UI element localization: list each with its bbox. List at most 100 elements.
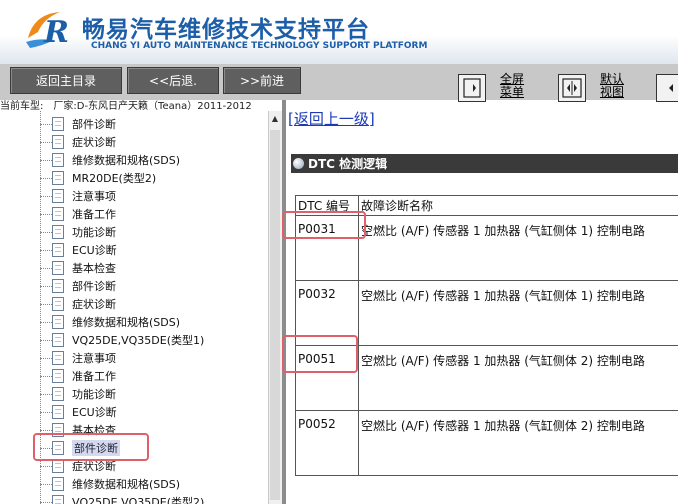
tree-item-label: ECU诊断	[72, 406, 117, 419]
fullscreen-label-line2: 菜单	[500, 85, 525, 99]
default-view-link[interactable]: 默认 视图	[600, 73, 624, 99]
tree-item[interactable]: 维修数据和规格(SDS)	[40, 313, 180, 331]
bullet-icon	[293, 158, 304, 169]
tree-scroll-thumb[interactable]	[270, 130, 280, 500]
tree-item[interactable]: 功能诊断	[40, 385, 116, 403]
tree-item-label: ECU诊断	[72, 244, 117, 257]
tree-item[interactable]: 部件诊断	[40, 115, 116, 133]
tree-item-label: 维修数据和规格(SDS)	[72, 316, 181, 329]
document-icon	[52, 459, 64, 473]
tree-item-label: MR20DE(类型2)	[72, 172, 157, 185]
tree-item[interactable]: 准备工作	[40, 367, 116, 385]
tree-item-label: 维修数据和规格(SDS)	[72, 478, 181, 491]
tree-item-label: 部件诊断	[72, 118, 116, 131]
tree-item[interactable]: 症状诊断	[40, 295, 116, 313]
platform-subtitle: CHANG YI AUTO MAINTENANCE TECHNOLOGY SUP…	[91, 41, 428, 51]
document-icon	[52, 333, 64, 347]
tree-item-label: 基本检查	[72, 262, 116, 275]
document-icon	[52, 171, 64, 185]
tree-item-label: 功能诊断	[72, 226, 116, 239]
svg-text:R: R	[43, 15, 69, 50]
tree-connector	[40, 195, 52, 197]
tree-connector	[40, 159, 52, 161]
back-button[interactable]: <<后退.	[127, 67, 219, 94]
section-header: DTC 检测逻辑	[291, 154, 678, 173]
tree-item[interactable]: 维修数据和规格(SDS)	[40, 475, 180, 493]
tree-connector	[40, 357, 52, 359]
tree-connector	[40, 141, 52, 143]
tree-item[interactable]: VQ25DE,VQ35DE(类型2)	[40, 493, 204, 504]
toolbar: 返回主目录 <<后退. >>前进 全屏 菜单 默认 视图	[0, 64, 678, 102]
tree-item-label: 症状诊断	[72, 136, 116, 149]
document-icon	[52, 261, 64, 275]
tree-connector	[40, 231, 52, 233]
logo-icon: R	[24, 8, 76, 52]
tree-connector	[40, 393, 52, 395]
platform-title: 畅易汽车维修技术支持平台	[82, 17, 370, 43]
tree-item[interactable]: MR20DE(类型2)	[40, 169, 156, 187]
tree-connector	[40, 465, 52, 467]
document-icon	[52, 405, 64, 419]
fault-name-cell[interactable]: 空燃比 (A/F) 传感器 1 加热器 (气缸侧体 1) 控制电路	[358, 215, 678, 281]
tree-item-label: 症状诊断	[72, 298, 116, 311]
tree-item[interactable]: 症状诊断	[40, 133, 116, 151]
tree-connector	[40, 123, 52, 125]
tree-item[interactable]: 注意事项	[40, 349, 116, 367]
default-view-label-line2: 视图	[600, 85, 625, 99]
fault-name-header: 故障诊断名称	[358, 195, 678, 216]
tree-item[interactable]: 功能诊断	[40, 223, 116, 241]
document-icon	[52, 315, 64, 329]
tree-item-label: VQ25DE,VQ35DE(类型1)	[72, 334, 205, 347]
fullscreen-icon[interactable]	[458, 74, 486, 102]
default-view-icon[interactable]	[558, 74, 586, 102]
tree-item-label: 部件诊断	[72, 280, 116, 293]
back-to-parent-link[interactable]: [返回上一级]	[288, 108, 375, 129]
scroll-up-icon[interactable]: ▲	[268, 111, 282, 125]
highlight-box-tree-selected	[33, 433, 149, 461]
tree-connector	[40, 177, 52, 179]
collapse-icon[interactable]	[656, 74, 678, 102]
tree-connector	[40, 267, 52, 269]
document-icon	[52, 189, 64, 203]
document-icon	[52, 369, 64, 383]
tree-item[interactable]: ECU诊断	[40, 241, 117, 259]
dtc-code-cell[interactable]: P0052	[295, 410, 359, 476]
fault-name-cell[interactable]: 空燃比 (A/F) 传感器 1 加热器 (气缸侧体 1) 控制电路	[358, 280, 678, 346]
tree-item-label: 准备工作	[72, 370, 116, 383]
document-icon	[52, 225, 64, 239]
forward-button[interactable]: >>前进	[223, 67, 301, 94]
tree-item[interactable]: 准备工作	[40, 205, 116, 223]
fault-name-cell[interactable]: 空燃比 (A/F) 传感器 1 加热器 (气缸侧体 2) 控制电路	[358, 345, 678, 411]
tree-item-label: 维修数据和规格(SDS)	[72, 154, 181, 167]
tree-connector	[40, 429, 52, 431]
tree-item-label: 注意事项	[72, 190, 116, 203]
document-icon	[52, 387, 64, 401]
tree-item[interactable]: 部件诊断	[40, 277, 116, 295]
app-window: { "header": { "title_cn": "畅易汽车维修技术支持平台"…	[0, 0, 678, 504]
tree-connector	[40, 303, 52, 305]
document-icon	[52, 495, 64, 504]
tree-item[interactable]: ECU诊断	[40, 403, 117, 421]
tree-item[interactable]: 基本检查	[40, 259, 116, 277]
pane-splitter[interactable]	[282, 100, 286, 504]
tree-connector	[40, 213, 52, 215]
tree-item[interactable]: 维修数据和规格(SDS)	[40, 151, 180, 169]
fault-name-cell[interactable]: 空燃比 (A/F) 传感器 1 加热器 (气缸侧体 2) 控制电路	[358, 410, 678, 476]
tree-item[interactable]: VQ25DE,VQ35DE(类型1)	[40, 331, 204, 349]
tree-connector	[40, 375, 52, 377]
tree-item[interactable]: 注意事项	[40, 187, 116, 205]
document-icon	[52, 297, 64, 311]
document-icon	[52, 477, 64, 491]
home-button[interactable]: 返回主目录	[10, 67, 122, 94]
section-title: DTC 检测逻辑	[308, 157, 388, 171]
highlight-box-p0031	[282, 211, 366, 239]
tree-connector	[40, 285, 52, 287]
highlight-box-p0051	[282, 335, 358, 373]
document-icon	[52, 351, 64, 365]
tree-connector	[40, 339, 52, 341]
fullscreen-menu-link[interactable]: 全屏 菜单	[500, 73, 524, 99]
document-icon	[52, 207, 64, 221]
document-icon	[52, 135, 64, 149]
tree-item-label: VQ25DE,VQ35DE(类型2)	[72, 496, 205, 504]
table-row: P0052 空燃比 (A/F) 传感器 1 加热器 (气缸侧体 2) 控制电路	[295, 410, 678, 476]
